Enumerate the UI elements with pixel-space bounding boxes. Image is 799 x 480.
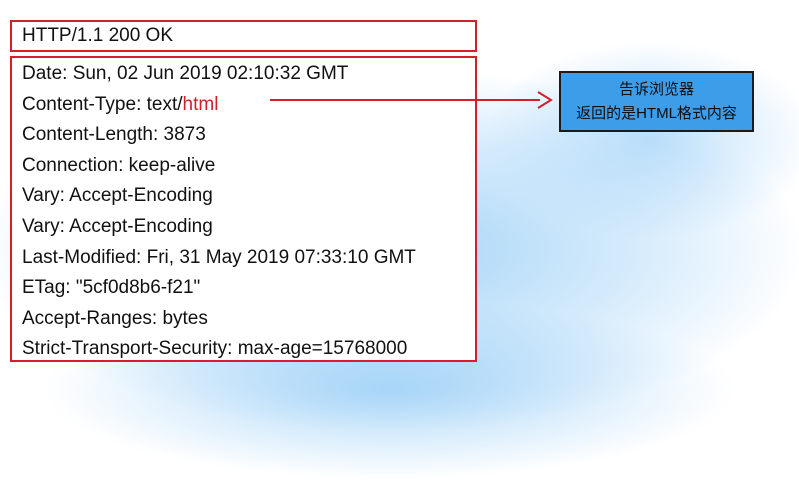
header-connection: Connection: keep-alive: [22, 151, 475, 182]
header-content-type-text: Content-Type: text/: [22, 93, 183, 115]
header-content-type: Content-Type: text/html: [22, 90, 475, 121]
status-line-box: HTTP/1.1 200 OK: [10, 20, 477, 52]
header-date: Date: Sun, 02 Jun 2019 02:10:32 GMT: [22, 59, 475, 90]
header-etag: ETag: "5cf0d8b6-f21": [22, 273, 475, 304]
background-glow-right: [480, 40, 799, 240]
status-line-text: HTTP/1.1 200 OK: [22, 25, 174, 46]
note-line-2: 返回的是HTML格式内容: [576, 105, 737, 122]
header-content-length: Content-Length: 3873: [22, 120, 475, 151]
header-hsts-text: Strict-Transport-Security: max-age=15768…: [22, 338, 408, 360]
header-content-length-text: Content-Length: 3873: [22, 124, 206, 146]
arrow-head-icon: [537, 91, 553, 109]
header-strict-transport-security: Strict-Transport-Security: max-age=15768…: [22, 334, 475, 365]
note-line-1: 告诉浏览器: [618, 81, 694, 98]
header-last-modified: Last-Modified: Fri, 31 May 2019 07:33:10…: [22, 243, 475, 274]
header-vary: Vary: Accept-Encoding: [22, 181, 475, 212]
header-last-modified-text: Last-Modified: Fri, 31 May 2019 07:33:10…: [22, 246, 416, 268]
header-accept-ranges: Accept-Ranges: bytes: [22, 304, 475, 335]
header-vary-2-text: Vary: Accept-Encoding: [22, 215, 213, 237]
header-connection-text: Connection: keep-alive: [22, 154, 216, 176]
response-headers-box: Date: Sun, 02 Jun 2019 02:10:32 GMT Cont…: [10, 56, 477, 362]
header-accept-ranges-text: Accept-Ranges: bytes: [22, 307, 208, 329]
header-vary-2: Vary: Accept-Encoding: [22, 212, 475, 243]
annotation-note: 告诉浏览器 返回的是HTML格式内容: [559, 71, 754, 132]
header-date-text: Date: Sun, 02 Jun 2019 02:10:32 GMT: [22, 63, 349, 84]
header-vary-text: Vary: Accept-Encoding: [22, 185, 213, 207]
content-type-highlight: html: [182, 93, 219, 115]
header-etag-text: ETag: "5cf0d8b6-f21": [22, 277, 201, 299]
